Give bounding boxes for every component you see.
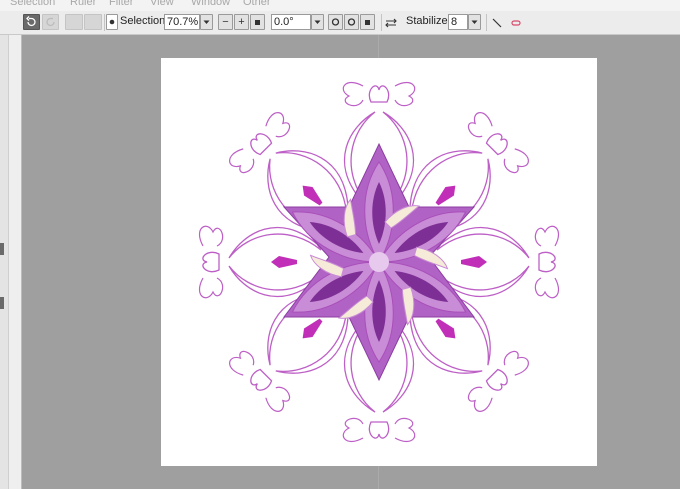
separator [486, 14, 487, 31]
menu-ruler[interactable]: Ruler [70, 0, 96, 8]
undo-icon [26, 16, 36, 27]
dropdown-arrow-icon [471, 20, 478, 24]
zoom-out-button[interactable]: − [218, 14, 233, 30]
zoom-reset-icon [255, 20, 260, 25]
dropdown-arrow-icon [314, 20, 321, 24]
stabilizer-label: Stabilizer [406, 15, 452, 27]
dropdown-arrow-icon [203, 20, 210, 24]
blank-button-1[interactable] [65, 14, 83, 30]
rotation-dropdown[interactable] [311, 14, 324, 30]
selection-toggle-icon [109, 19, 115, 25]
rotate-reset-icon [365, 20, 370, 25]
flip-horizontal-icon [385, 18, 397, 28]
zoom-reset-button[interactable] [250, 14, 265, 30]
zoom-dropdown[interactable] [200, 14, 213, 30]
menu-filter[interactable]: Filter [109, 0, 133, 8]
left-panel-strip[interactable] [8, 35, 21, 489]
rotate-right-button[interactable] [344, 14, 359, 30]
menu-view[interactable]: View [150, 0, 174, 8]
rotate-reset-button[interactable] [360, 14, 375, 30]
blank-button-2[interactable] [84, 14, 102, 30]
rotation-field[interactable]: 0.0° [271, 14, 311, 30]
toolbar: Selection 70.7% − + 0.0° Stabilizer 8 [0, 11, 680, 35]
mandala [198, 81, 560, 443]
separator [381, 14, 382, 31]
left-panel [0, 35, 22, 489]
eraser-button[interactable] [510, 16, 522, 28]
drawing-canvas[interactable] [161, 58, 597, 466]
zoom-field[interactable]: 70.7% [164, 14, 200, 30]
eraser-icon [511, 20, 521, 26]
mandala-artwork [198, 81, 560, 443]
menu-selection[interactable]: Selection [10, 0, 55, 8]
zoom-in-button[interactable]: + [234, 14, 249, 30]
line-tool-button[interactable] [491, 16, 503, 28]
line-tool-icon [492, 18, 502, 28]
selection-toggle[interactable] [106, 14, 118, 30]
stabilizer-field[interactable]: 8 [448, 14, 468, 30]
separator [104, 14, 105, 31]
menu-window[interactable]: Window [191, 0, 230, 8]
undo-button[interactable] [23, 14, 40, 30]
redo-icon [46, 17, 55, 27]
rotate-left-button[interactable] [328, 14, 343, 30]
panel-marker[interactable] [0, 297, 4, 309]
panel-marker[interactable] [0, 243, 4, 255]
selection-label: Selection [120, 15, 166, 27]
flip-horizontal-button[interactable] [385, 16, 397, 28]
menu-bar: Selection Ruler Filter View Window Other [0, 0, 680, 11]
rotate-right-icon [347, 18, 356, 26]
rotate-left-icon [331, 18, 340, 26]
stabilizer-dropdown[interactable] [468, 14, 481, 30]
redo-button[interactable] [42, 14, 59, 30]
menu-other[interactable]: Other [243, 0, 271, 8]
